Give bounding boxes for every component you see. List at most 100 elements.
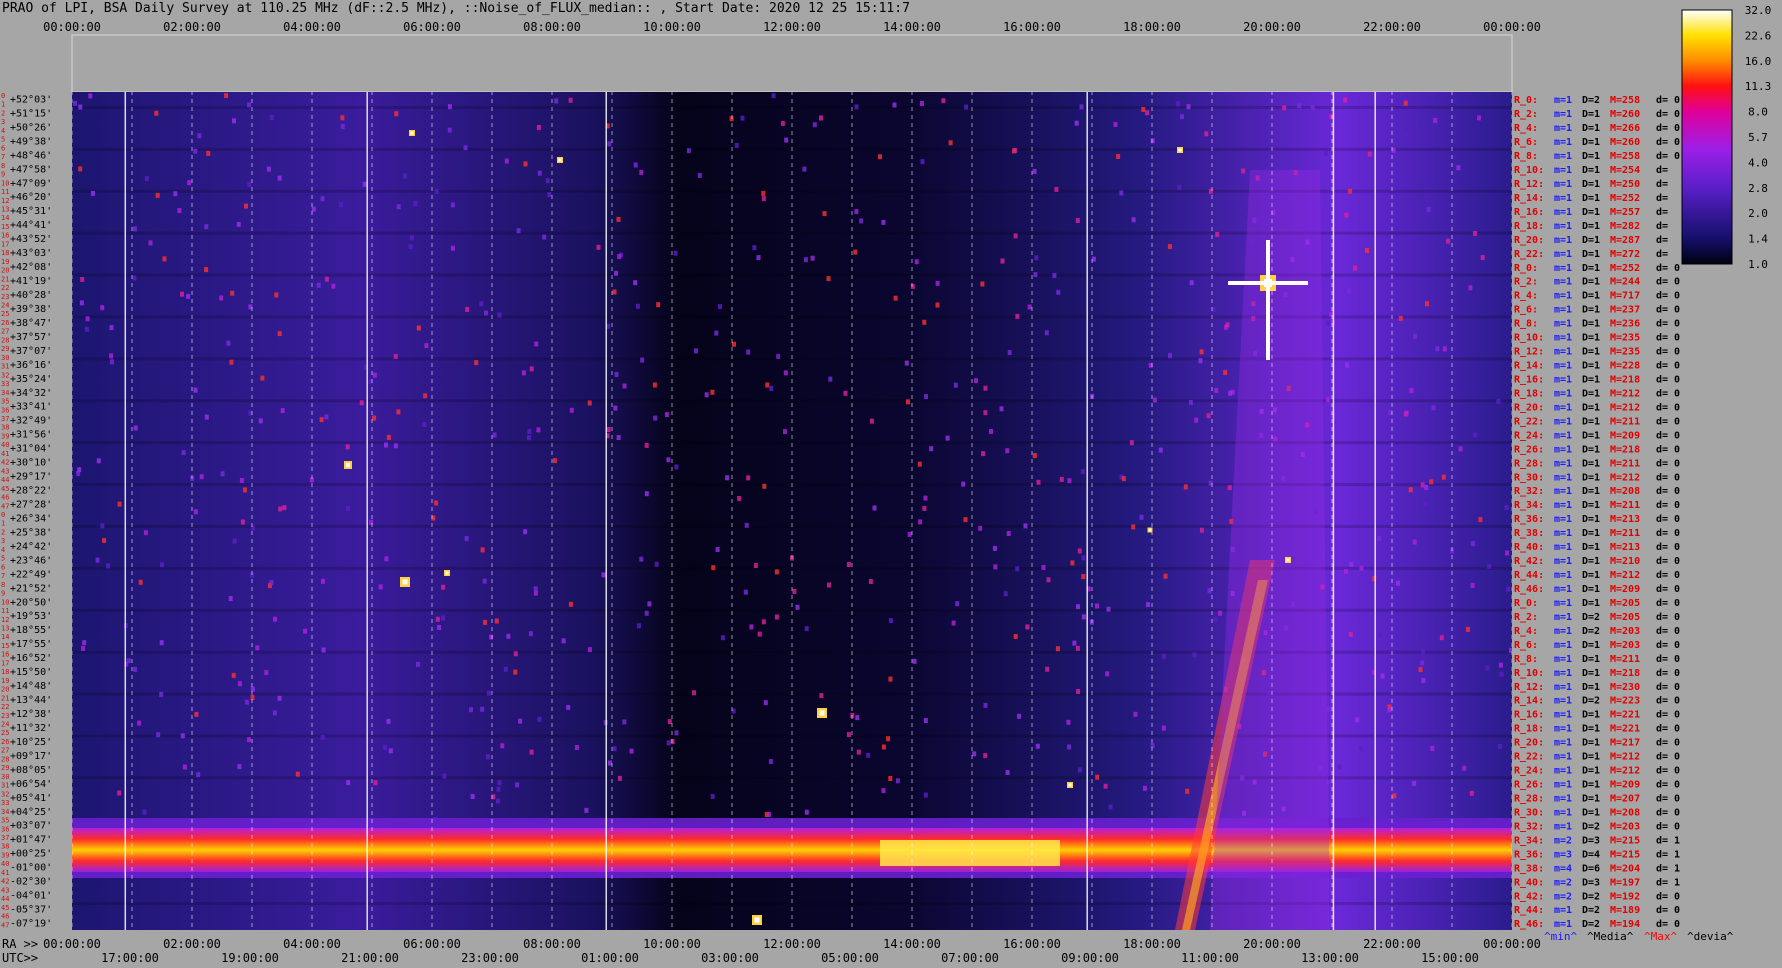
noise-speck — [482, 578, 487, 584]
row-stat-max: M=218 — [1610, 375, 1640, 386]
noise-speck — [384, 556, 389, 562]
noise-speck — [85, 316, 90, 322]
noise-speck — [612, 289, 617, 295]
declination-label: +08°05' — [10, 765, 52, 776]
noise-speck — [1035, 743, 1040, 749]
row-stat-deviation: d= 0 — [1656, 696, 1680, 707]
row-stat-max: M=212 — [1610, 472, 1640, 483]
beam-number: 37 — [1, 415, 9, 423]
noise-speck — [441, 584, 446, 590]
bright-source-core — [1178, 148, 1182, 152]
row-stat-max: M=192 — [1610, 891, 1640, 902]
declination-label: +43°52' — [10, 234, 52, 245]
declination-label: +09°17' — [10, 751, 52, 762]
utc-tick-label: 05:00:00 — [821, 951, 879, 965]
row-stat-range: R_20: — [1514, 235, 1544, 246]
noise-speck — [981, 451, 986, 457]
beam-number: 27 — [1, 328, 9, 336]
row-stat-min: m=1 — [1554, 486, 1572, 497]
row-stat-max: M=258 — [1610, 95, 1640, 106]
row-stat-deviation: d= 0 — [1656, 500, 1680, 511]
noise-speck — [321, 578, 325, 584]
beam-number: 23 — [1, 712, 9, 720]
declination-label: +51°15' — [10, 108, 52, 119]
declination-label: +28°22' — [10, 486, 52, 497]
noise-speck — [1325, 397, 1330, 403]
beam-number: 39 — [1, 432, 9, 440]
noise-speck — [515, 782, 520, 788]
noise-speck — [486, 754, 490, 760]
noise-speck — [1072, 640, 1077, 646]
beam-number: 19 — [1, 677, 9, 685]
colorbar-tick-label: 4.0 — [1748, 156, 1768, 169]
row-stat-median: D=1 — [1582, 584, 1600, 595]
noise-speck — [1408, 487, 1413, 493]
noise-speck — [331, 283, 336, 289]
noise-speck — [1066, 719, 1071, 725]
row-stat-deviation: d= — [1656, 165, 1668, 176]
noise-speck — [711, 565, 716, 571]
row-stat-max: M=203 — [1610, 626, 1640, 637]
row-stat-range: R_40: — [1514, 542, 1544, 553]
colorbar-tick-label: 1.4 — [1748, 233, 1768, 246]
row-stat-median: D=1 — [1582, 486, 1600, 497]
row-stat-min: m=1 — [1554, 430, 1572, 441]
row-stat-median: D=1 — [1582, 570, 1600, 581]
row-stat-min: m=1 — [1554, 361, 1572, 372]
noise-speck — [1413, 333, 1418, 339]
noise-speck — [569, 407, 574, 413]
noise-speck — [640, 357, 645, 363]
noise-speck — [1365, 248, 1369, 253]
row-stat-min: m=1 — [1554, 458, 1572, 469]
row-stat-median: D=2 — [1582, 891, 1600, 902]
noise-speck — [929, 446, 934, 452]
row-stat-max: M=211 — [1610, 528, 1640, 539]
noise-speck — [177, 208, 182, 214]
noise-speck — [321, 647, 326, 653]
noise-speck — [277, 695, 282, 701]
row-stat-deviation: d= 0 — [1656, 668, 1680, 679]
beam-number: 10 — [1, 179, 9, 187]
noise-speck — [1310, 104, 1315, 110]
beam-number: 3 — [1, 118, 5, 126]
declination-label: +33°41' — [10, 402, 52, 413]
noise-speck — [1141, 107, 1146, 112]
beam-number: 35 — [1, 398, 9, 406]
row-stat-max: M=260 — [1610, 109, 1640, 120]
noise-speck — [744, 522, 749, 528]
declination-label: +50°26' — [10, 122, 52, 133]
noise-speck — [1076, 604, 1080, 610]
row-stat-min: m=1 — [1554, 95, 1572, 106]
row-stat-range: R_4: — [1514, 291, 1538, 302]
noise-speck — [1015, 566, 1020, 572]
row-stat-range: R_24: — [1514, 430, 1544, 441]
noise-speck — [606, 427, 611, 432]
noise-speck — [633, 280, 638, 286]
noise-speck — [204, 414, 209, 420]
row-stat-max: M=215 — [1610, 849, 1640, 860]
noise-speck — [771, 93, 776, 99]
noise-speck — [644, 491, 649, 497]
noise-speck — [109, 359, 114, 365]
noise-speck — [1421, 649, 1426, 655]
row-stat-deviation: d= — [1656, 249, 1668, 260]
noise-speck — [77, 467, 82, 473]
noise-speck — [767, 812, 772, 817]
noise-speck — [82, 640, 87, 646]
noise-speck — [923, 792, 928, 798]
beam-number: 18 — [1, 668, 9, 676]
noise-speck — [1442, 346, 1447, 352]
row-stat-median: D=1 — [1582, 724, 1600, 735]
noise-speck — [133, 425, 138, 431]
beam-number: 43 — [1, 886, 9, 894]
noise-speck — [162, 256, 167, 262]
beam-number: 2 — [1, 529, 5, 537]
row-stat-min: m=1 — [1554, 277, 1572, 288]
noise-speck — [732, 341, 736, 347]
row-stat-range: R_18: — [1514, 389, 1544, 400]
noise-speck — [904, 360, 909, 366]
noise-speck — [868, 579, 873, 584]
row-stat-min: m=3 — [1554, 849, 1572, 860]
noise-speck — [761, 619, 766, 625]
beam-number: 46 — [1, 913, 9, 921]
